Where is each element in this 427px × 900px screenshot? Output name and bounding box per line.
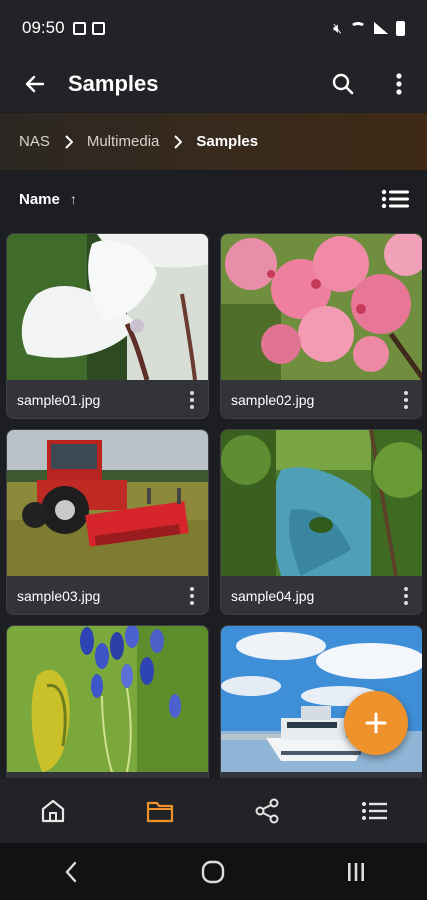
file-more-button[interactable] [174,380,208,418]
file-caption: sample02.jpg [221,380,422,418]
nav-share[interactable] [214,779,321,843]
chevron-right-icon [64,134,73,149]
more-vertical-icon [404,391,408,409]
overflow-menu-button[interactable] [371,56,427,112]
folder-icon [147,801,174,823]
signal-icon [374,22,388,34]
search-button[interactable] [315,56,371,112]
more-vertical-icon [404,587,408,605]
home-icon [42,799,65,823]
file-caption: sample03.jpg [7,576,208,614]
system-home-button[interactable] [173,843,253,900]
file-card[interactable]: sample02.jpg [220,233,422,419]
status-indicators: 🔇︎ [333,20,405,37]
breadcrumb-item-samples[interactable]: Samples [196,133,258,150]
search-icon [332,73,354,95]
recents-icon [347,862,364,881]
mute-icon: 🔇︎ [333,19,342,36]
wifi-icon [350,22,366,34]
file-caption [7,772,208,778]
file-name: sample03.jpg [17,588,101,604]
more-vertical-icon [396,73,402,95]
file-name: sample02.jpg [231,392,315,408]
file-thumbnail-sample04 [221,430,422,576]
system-navigation [0,843,427,900]
sort-bar: Name ↑ [0,170,427,228]
file-card[interactable] [6,625,209,778]
file-more-button[interactable] [388,380,422,418]
file-thumbnail-sample01 [7,234,208,380]
more-vertical-icon [190,587,194,605]
file-thumbnail-sample03 [7,430,208,576]
file-caption: sample04.jpg [221,576,422,614]
breadcrumb-item-multimedia[interactable]: Multimedia [87,133,160,150]
file-caption [221,772,422,778]
file-card[interactable]: sample03.jpg [6,429,209,615]
file-card[interactable]: sample01.jpg [6,233,209,419]
app-bar-actions [315,56,427,112]
back-button[interactable] [0,56,68,112]
nav-tasks[interactable] [320,779,427,843]
file-caption: sample01.jpg [7,380,208,418]
more-vertical-icon [190,391,194,409]
chevron-right-icon [173,134,183,149]
nav-home[interactable] [0,779,107,843]
gallery-notification-icon [72,21,86,35]
view-mode-button[interactable] [363,170,427,228]
status-bar: 09:50 🔇︎ [0,0,427,56]
list-icon [361,802,387,820]
breadcrumb: NAS Multimedia Samples [0,113,427,170]
app-bar: Samples [0,56,427,112]
share-icon [255,798,279,824]
status-time: 09:50 [22,18,65,37]
back-icon [65,861,77,882]
nav-files[interactable] [107,779,214,843]
system-recents-button[interactable] [316,843,396,900]
breadcrumb-item-nas[interactable]: NAS [19,133,50,150]
app-screen: 09:50 🔇︎ Samples NAS Multimedia Samples … [0,0,427,900]
file-more-button[interactable] [174,576,208,614]
file-thumbnail-agapanthus [7,626,208,772]
battery-icon [396,20,405,36]
home-circle-icon [202,860,225,883]
file-thumbnail-sample02 [221,234,422,380]
plus-icon [365,712,387,734]
sort-by-name-button[interactable]: Name [19,191,60,208]
arrow-up-icon[interactable]: ↑ [70,191,77,207]
page-title: Samples [68,71,159,96]
system-back-button[interactable] [31,843,111,900]
file-name: sample01.jpg [17,392,101,408]
app-notification-icon [91,21,105,35]
list-view-icon [381,189,409,209]
arrow-left-icon [25,75,45,93]
file-name: sample04.jpg [231,588,315,604]
file-card[interactable]: sample04.jpg [220,429,422,615]
bottom-navigation [0,779,427,843]
add-fab-button[interactable] [344,691,408,755]
file-more-button[interactable] [388,576,422,614]
